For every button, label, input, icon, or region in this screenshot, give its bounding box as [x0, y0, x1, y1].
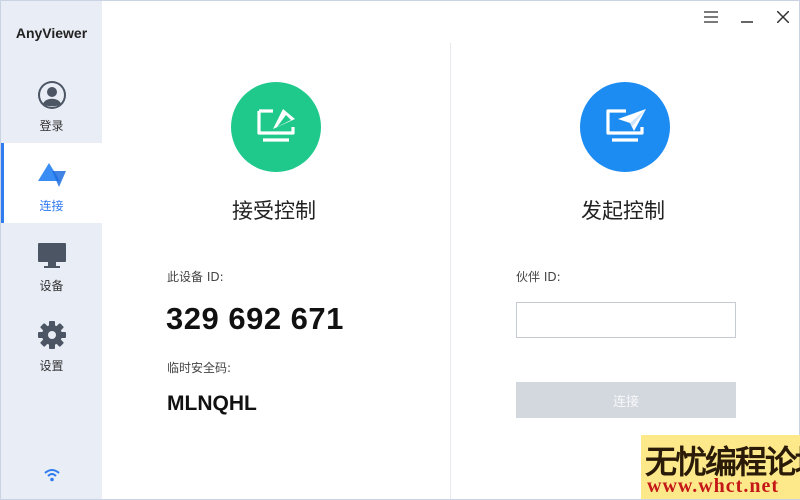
- menu-button[interactable]: [701, 7, 721, 27]
- sidebar-item-label: 设置: [39, 359, 64, 373]
- initiate-control-badge: [580, 82, 670, 172]
- monitor-icon: [36, 239, 68, 271]
- menu-icon: [704, 8, 718, 27]
- minimize-icon: [741, 8, 753, 27]
- user-icon: [36, 79, 68, 111]
- sidebar-item-connect[interactable]: 连接: [1, 143, 102, 223]
- minimize-button[interactable]: [737, 7, 757, 27]
- watermark-url: www.whct.net: [647, 475, 779, 497]
- watermark: 无忧编程论坛 www.whct.net: [641, 435, 800, 499]
- temp-code-value: MLNQHL: [167, 392, 257, 415]
- wifi-icon: [44, 467, 60, 482]
- close-icon: [776, 8, 790, 27]
- device-id-value: 329 692 671: [166, 301, 344, 336]
- initiate-control-title: 发起控制: [581, 199, 665, 223]
- gear-icon: [36, 319, 68, 351]
- panel-divider: [450, 43, 451, 499]
- temp-code-label: 临时安全码:: [167, 361, 232, 375]
- sidebar-item-settings[interactable]: 设置: [1, 303, 102, 383]
- sidebar-item-label: 登录: [39, 119, 64, 133]
- anyviewer-window: AnyViewer 登录 连接 设备 设置 接受控制 此设备 ID: 329 6…: [0, 0, 800, 500]
- partner-id-label: 伙伴 ID:: [516, 270, 561, 284]
- sidebar: AnyViewer 登录 连接 设备 设置: [1, 1, 102, 499]
- connect-triangle-icon: [36, 159, 68, 191]
- partner-id-input[interactable]: [516, 302, 736, 338]
- sidebar-item-label: 连接: [39, 199, 64, 213]
- accept-control-title: 接受控制: [232, 199, 316, 223]
- sidebar-item-login[interactable]: 登录: [1, 63, 102, 143]
- screen-share-icon: [253, 105, 299, 149]
- device-id-label: 此设备 ID:: [167, 270, 224, 284]
- app-title: AnyViewer: [15, 25, 88, 41]
- sidebar-item-label: 设备: [39, 279, 64, 293]
- screen-send-icon: [602, 105, 648, 149]
- accept-control-badge: [231, 82, 321, 172]
- close-button[interactable]: [773, 7, 793, 27]
- connect-button[interactable]: 连接: [516, 382, 736, 418]
- sidebar-item-devices[interactable]: 设备: [1, 223, 102, 303]
